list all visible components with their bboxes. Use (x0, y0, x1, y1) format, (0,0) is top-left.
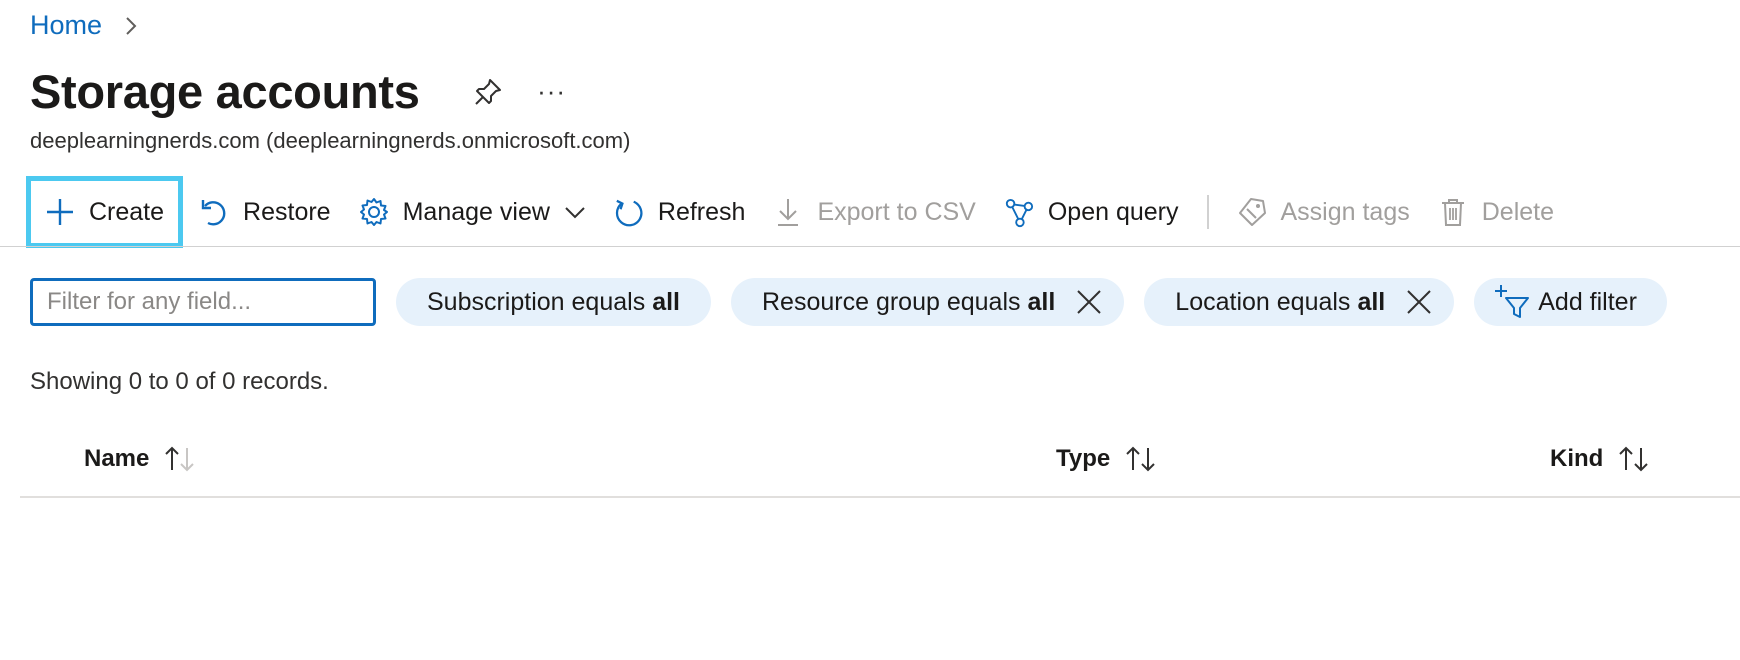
delete-label: Delete (1481, 197, 1555, 226)
add-filter-icon (1494, 284, 1530, 320)
column-header-type[interactable]: Type (1056, 444, 1160, 474)
directory-subtitle: deeplearningnerds.com (deeplearningnerds… (30, 128, 631, 153)
create-button[interactable]: Create (26, 176, 184, 248)
filter-pill-value: all (652, 287, 680, 316)
filter-pill-label: Resource group equals (762, 287, 1021, 316)
delete-button[interactable]: Delete (1424, 176, 1568, 248)
close-icon[interactable] (1405, 288, 1433, 316)
undo-icon (199, 197, 229, 227)
export-csv-button[interactable]: Export to CSV (759, 176, 989, 248)
filter-pill-value: all (1357, 287, 1386, 316)
column-header-kind[interactable]: Kind (1550, 444, 1653, 474)
filter-pill-label: Location equals (1175, 287, 1351, 316)
toolbar-divider (1206, 195, 1209, 229)
filter-pill-subscription[interactable]: Subscription equals all (396, 278, 711, 326)
filter-input[interactable] (30, 278, 376, 326)
open-query-button[interactable]: Open query (990, 176, 1193, 248)
refresh-label: Refresh (657, 197, 746, 226)
pin-icon[interactable] (470, 74, 506, 110)
sort-icon (163, 444, 199, 474)
chevron-down-icon (564, 201, 586, 223)
trash-icon (1438, 197, 1468, 227)
restore-label: Restore (243, 197, 331, 226)
column-header-label: Name (84, 445, 150, 472)
command-bar: Create Restore Manage view Refresh Expor… (26, 176, 1568, 248)
table-header: Name Type Kind (20, 432, 1740, 498)
breadcrumb-home-link[interactable]: Home (30, 10, 102, 41)
column-header-name[interactable]: Name (84, 444, 199, 474)
column-header-label: Type (1056, 445, 1111, 472)
add-filter-button[interactable]: Add filter (1474, 278, 1667, 326)
title-row: Storage accounts ··· (30, 64, 572, 119)
filter-pill-resource-group[interactable]: Resource group equals all (731, 278, 1125, 326)
chevron-right-icon (118, 13, 144, 39)
filter-pill-value: all (1027, 287, 1056, 316)
query-graph-icon (1004, 197, 1034, 228)
records-count: Showing 0 to 0 of 0 records. (30, 368, 329, 395)
breadcrumb: Home (30, 10, 144, 41)
page-title: Storage accounts (30, 65, 420, 118)
toolbar-bottom-border (0, 246, 1740, 247)
download-icon (773, 197, 803, 227)
sort-icon (1124, 444, 1160, 474)
filter-pill-label: Subscription equals (427, 287, 646, 316)
column-header-label: Kind (1550, 445, 1604, 472)
restore-button[interactable]: Restore (185, 176, 345, 248)
assign-tags-button[interactable]: Assign tags (1223, 176, 1424, 248)
create-label: Create (89, 197, 165, 226)
manage-view-label: Manage view (402, 197, 550, 226)
refresh-button[interactable]: Refresh (600, 176, 760, 248)
close-icon[interactable] (1075, 288, 1103, 316)
sort-icon (1617, 444, 1653, 474)
assign-tags-label: Assign tags (1280, 197, 1410, 226)
refresh-icon (614, 197, 644, 227)
manage-view-button[interactable]: Manage view (345, 176, 600, 248)
open-query-label: Open query (1047, 197, 1179, 226)
export-csv-label: Export to CSV (817, 197, 976, 226)
add-filter-label: Add filter (1538, 287, 1637, 316)
more-options-icon[interactable]: ··· (532, 74, 572, 110)
plus-icon (45, 197, 75, 227)
tag-icon (1237, 197, 1267, 227)
gear-icon (359, 197, 389, 227)
filter-pill-location[interactable]: Location equals all (1144, 278, 1455, 326)
filter-row: Subscription equals all Resource group e… (30, 278, 1667, 326)
